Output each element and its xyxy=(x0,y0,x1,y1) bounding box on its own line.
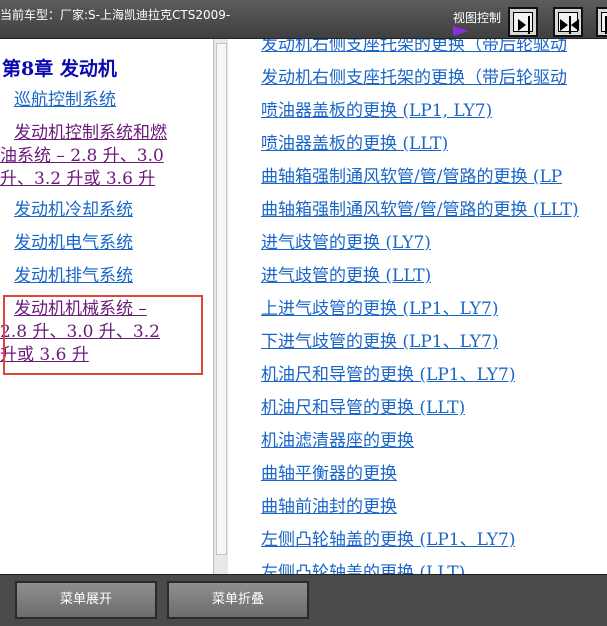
procedure-link[interactable]: 上进气歧管的更换 (LP1、LY7) xyxy=(261,294,498,319)
nav-item-engine-cooling[interactable]: 发动机冷却系统 xyxy=(14,199,133,222)
nav-item-line: 发动机机械系统 – xyxy=(14,299,147,319)
expand-right-pane-icon xyxy=(601,12,607,34)
chapter-title: 第8章 发动机 xyxy=(2,58,117,80)
nav-item-cruise-control[interactable]: 巡航控制系统 xyxy=(14,89,116,112)
nav-item-line: 油系统 – 2.8 升、3.0 xyxy=(0,146,164,166)
nav-item-line: 发动机控制系统和燃 xyxy=(14,123,167,143)
nav-item-engine-exhaust[interactable]: 发动机排气系统 xyxy=(14,265,133,288)
bottom-toolbar: 菜单展开 菜单折叠 xyxy=(0,574,607,626)
nav-item-line: 升、3.2 升或 3.6 升 xyxy=(0,169,156,189)
split-pane-icon xyxy=(558,12,579,34)
menu-expand-button[interactable]: 菜单展开 xyxy=(15,581,157,619)
procedure-link[interactable]: 曲轴箱强制通风软管/管/管路的更换 (LP xyxy=(261,162,562,187)
nav-item-line: 发动机冷却系统 xyxy=(14,200,133,220)
nav-item-line: 发动机排气系统 xyxy=(14,266,133,286)
procedure-link[interactable]: 曲轴箱强制通风软管/管/管路的更换 (LLT) xyxy=(261,195,579,220)
nav-item-line: 发动机电气系统 xyxy=(14,233,133,253)
collapse-left-pane-icon xyxy=(513,12,533,34)
procedure-link[interactable]: 左侧凸轮轴盖的更换 (LP1、LY7) xyxy=(261,525,515,550)
procedure-link[interactable]: 机油尺和导管的更换 (LP1、LY7) xyxy=(261,360,515,385)
procedure-link[interactable]: 下进气歧管的更换 (LP1、LY7) xyxy=(261,327,498,352)
menu-collapse-button[interactable]: 菜单折叠 xyxy=(167,581,309,619)
procedure-link[interactable]: 进气歧管的更换 (LLT) xyxy=(261,261,431,286)
nav-item-engine-control-fuel[interactable]: 发动机控制系统和燃 油系统 – 2.8 升、3.0 升、3.2 升或 3.6 升 xyxy=(0,122,167,191)
left-pane-scrollbar[interactable] xyxy=(213,39,228,574)
procedure-link[interactable]: 进气歧管的更换 (LY7) xyxy=(261,228,431,253)
procedure-link[interactable]: 曲轴前油封的更换 xyxy=(261,492,397,517)
nav-item-line: 升或 3.6 升 xyxy=(0,345,89,365)
procedure-link[interactable]: 喷油器盖板的更换 (LP1, LY7) xyxy=(261,96,492,121)
view-control-arrow-icon xyxy=(453,26,469,36)
procedure-link[interactable]: 机油尺和导管的更换 (LLT) xyxy=(261,393,465,418)
top-toolbar: 当前车型：厂家:S-上海凯迪拉克CTS2009- 视图控制 xyxy=(0,0,607,39)
procedure-link[interactable]: 曲轴平衡器的更换 xyxy=(261,459,397,484)
nav-item-engine-mechanical[interactable]: 发动机机械系统 – 2.8 升、3.0 升、3.2 升或 3.6 升 xyxy=(0,298,160,367)
procedure-link[interactable]: 发动机右侧支座托架的更换（带后轮驱动 xyxy=(261,63,567,88)
procedure-link[interactable]: 机油滤清器座的更换 xyxy=(261,426,414,451)
view-control-label: 视图控制 xyxy=(453,11,502,25)
split-pane-button[interactable] xyxy=(553,7,583,37)
nav-item-line: 2.8 升、3.0 升、3.2 xyxy=(0,322,160,342)
current-car-model-label: 当前车型：厂家:S-上海凯迪拉克CTS2009- xyxy=(0,8,231,22)
scrollbar-thumb[interactable] xyxy=(216,43,227,555)
procedure-link[interactable]: 喷油器盖板的更换 (LLT) xyxy=(261,129,448,154)
nav-item-engine-electrical[interactable]: 发动机电气系统 xyxy=(14,232,133,255)
expand-right-pane-button[interactable] xyxy=(596,7,607,37)
collapse-left-pane-button[interactable] xyxy=(508,7,538,37)
nav-item-line: 巡航控制系统 xyxy=(14,90,116,110)
